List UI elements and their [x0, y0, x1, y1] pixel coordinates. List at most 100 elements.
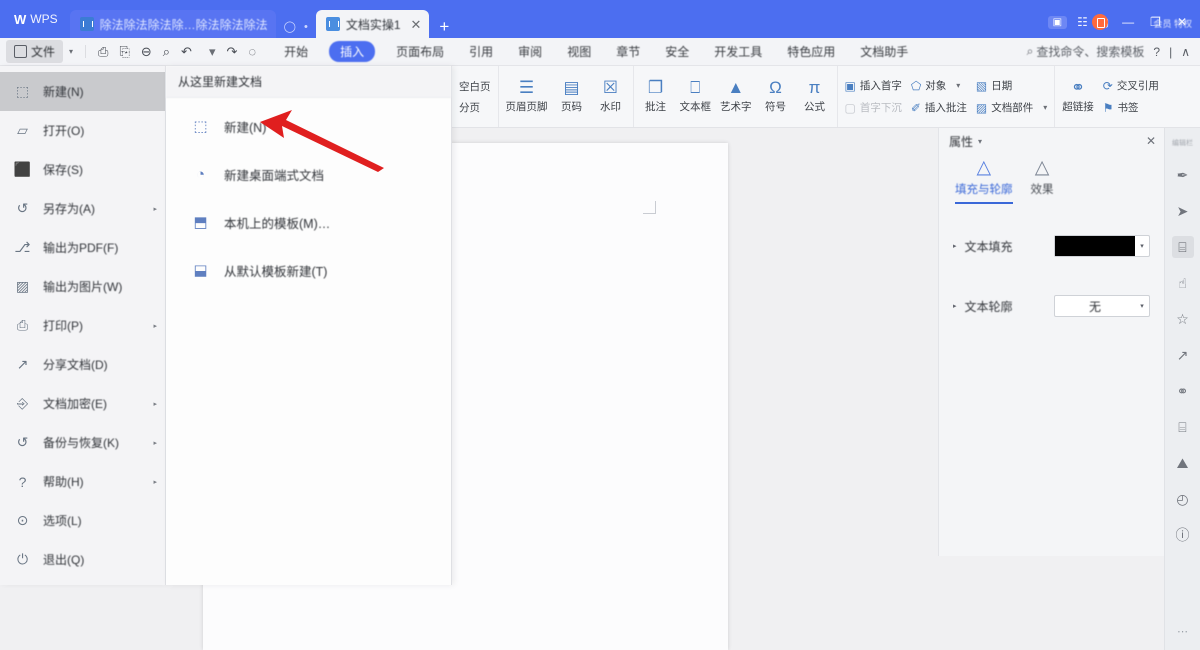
tab-insert[interactable]: 插入 — [329, 41, 376, 62]
chevron-down-icon[interactable]: ▾ — [978, 137, 982, 146]
file-menu-item-new[interactable]: ⬚ 新建(N) — [0, 72, 165, 111]
blank-page-button[interactable]: 空白页 — [459, 79, 491, 94]
dropcap-sink-button[interactable]: ▢ 首字下沉 — [845, 100, 902, 115]
file-menu-item-export-image[interactable]: ▨ 输出为图片(W) — [0, 267, 165, 306]
hyperlink-button[interactable]: ⚭ 超链接 — [1062, 79, 1094, 114]
tab-developer[interactable]: 开发工具 — [710, 41, 766, 62]
comment-box-icon[interactable]: ⌸ — [1172, 416, 1194, 438]
tab-effects-label: 效果 — [1030, 184, 1054, 196]
share-export-icon[interactable]: ↗ — [1172, 344, 1194, 366]
link-chain-icon[interactable]: ⚭ — [1172, 380, 1194, 402]
print-icon[interactable]: ⊖ — [141, 45, 152, 58]
effects-icon: △ — [1034, 157, 1050, 178]
more-options-icon[interactable]: ⋯ — [1177, 625, 1188, 638]
tab-page-layout[interactable]: 页面布局 — [392, 41, 448, 62]
find-icon[interactable]: ⌕ — [163, 45, 170, 58]
tab-view[interactable]: 视图 — [563, 41, 595, 62]
chevron-down-icon[interactable]: ▾ — [69, 47, 73, 56]
insert-dropcap-button[interactable]: ▣ 插入首字 — [845, 78, 902, 93]
file-menu-item-encrypt[interactable]: ⎆ 文档加密(E) ▸ — [0, 384, 165, 423]
cross-reference-button[interactable]: ⟳ 交叉引用 — [1103, 78, 1159, 93]
tab-start[interactable]: 开始 — [280, 41, 312, 62]
save-icon[interactable]: ⎙ — [98, 45, 108, 58]
wordart-button[interactable]: ▲ 艺术字 — [720, 79, 752, 114]
submenu-item-new[interactable]: ⬚ 新建(N) — [166, 106, 451, 146]
help-button[interactable]: ? — [1153, 45, 1160, 59]
expand-triangle-icon[interactable]: ▸ — [953, 242, 957, 250]
wps-logo[interactable]: W WPS — [0, 0, 70, 38]
history-clock-icon[interactable]: ◴ — [1172, 488, 1194, 510]
file-menu-item-options[interactable]: ⊙ 选项(L) — [0, 501, 165, 540]
expand-triangle-icon[interactable]: ▸ — [953, 302, 957, 310]
collapse-ribbon-button[interactable]: ∧ — [1181, 45, 1190, 59]
bookmark-button[interactable]: ⚑ 书签 — [1103, 100, 1159, 115]
tab-doc-assistant[interactable]: 文档助手 — [856, 41, 912, 62]
text-fill-color-picker[interactable]: ▾ — [1054, 235, 1150, 257]
tab-section[interactable]: 章节 — [612, 41, 644, 62]
file-menu-button[interactable]: 文件 — [6, 40, 64, 63]
chevron-down-icon[interactable]: ▾ — [1135, 242, 1149, 250]
info-circle-icon[interactable]: ⓘ — [1172, 524, 1194, 546]
tab-security[interactable]: 安全 — [661, 41, 693, 62]
cursor-select-icon[interactable]: ➤ — [1172, 200, 1194, 222]
tab-fill-and-outline[interactable]: △ 填充与轮廓 — [955, 158, 1013, 204]
thumbs-feedback-icon[interactable]: ☝ — [1172, 272, 1194, 294]
file-menu-item-backup[interactable]: ↺ 备份与恢复(K) ▸ — [0, 423, 165, 462]
formula-button[interactable]: π 公式 — [800, 79, 830, 114]
file-menu-item-help[interactable]: ? 帮助(H) ▸ — [0, 462, 165, 501]
date-button[interactable]: ▧ 日期 — [976, 78, 1047, 93]
submenu-item-local-template[interactable]: ⬒ 本机上的模板(M)… — [166, 202, 451, 242]
watermark-button[interactable]: ☒ 水印 — [596, 79, 626, 114]
file-menu-item-save-as[interactable]: ↺ 另存为(A) ▸ — [0, 189, 165, 228]
submenu-item-default-template[interactable]: ⬓ 从默认模板新建(T) — [166, 250, 451, 290]
document-tab-1[interactable]: 除法除法除法除…除法除法除法 — [69, 10, 276, 38]
favorite-star-icon[interactable]: ☆ — [1172, 308, 1194, 330]
close-icon[interactable]: ✕ — [411, 18, 422, 31]
more-dot-icon[interactable]: • — [304, 21, 308, 33]
textbox-button[interactable]: ⎕ 文本框 — [680, 79, 712, 114]
submenu-item-new-online[interactable]: ◔ 新建桌面端式文档 — [166, 154, 451, 194]
properties-panel-icon[interactable]: ⌸ — [1171, 236, 1194, 258]
file-menu-item-share[interactable]: ↗ 分享文档(D) — [0, 345, 165, 384]
tab-references[interactable]: 引用 — [465, 41, 497, 62]
date-label: 日期 — [991, 80, 1013, 92]
new-tab-button[interactable]: + — [429, 18, 459, 38]
undo-dropdown-icon[interactable]: ▾ — [209, 45, 216, 58]
document-tab-2[interactable]: 文档实操1 ✕ — [315, 10, 430, 38]
notification-badge-icon[interactable] — [1092, 14, 1108, 30]
cloud-doc-icon: ◔ — [195, 165, 206, 183]
insert-annotation-button[interactable]: ✐ 插入批注 — [911, 100, 967, 115]
cloud-sync-icon[interactable]: ▣ — [1047, 15, 1068, 29]
close-icon[interactable]: ✕ — [1146, 134, 1156, 148]
page-number-button[interactable]: ▤ 页码 — [557, 79, 587, 114]
header-footer-button[interactable]: ☰ 页眉页脚 — [506, 79, 548, 114]
tab-featured-apps[interactable]: 特色应用 — [783, 41, 839, 62]
chevron-down-icon[interactable]: ▾ — [1135, 302, 1149, 310]
file-menu-item-open[interactable]: ▱ 打开(O) — [0, 111, 165, 150]
redo-icon[interactable]: ↷ — [226, 45, 237, 58]
image-tool-icon[interactable]: ⛰ — [1172, 452, 1194, 474]
comment-button[interactable]: ❐ 批注 — [641, 79, 671, 114]
object-button[interactable]: ⬠ 对象 ▾ — [911, 78, 967, 93]
touch-mode-icon[interactable]: ◌ — [248, 45, 256, 58]
chevron-down-icon[interactable]: ▾ — [956, 81, 960, 90]
doc-parts-button[interactable]: ▨ 文档部件 ▾ — [976, 100, 1047, 115]
file-menu-item-exit[interactable]: ⏻ 退出(Q) — [0, 540, 165, 579]
app-grid-icon[interactable]: ☷ — [1077, 15, 1088, 29]
text-outline-dropdown[interactable]: 无 ▾ — [1054, 295, 1150, 317]
file-menu-item-print[interactable]: ⎙ 打印(P) ▸ — [0, 306, 165, 345]
comment-bubble-icon[interactable]: ◯ — [284, 20, 296, 33]
dropcap-column: ▣ 插入首字 ▢ 首字下沉 — [845, 78, 902, 115]
search-command-box[interactable]: ⌕ 查找命令、搜索模板 — [1027, 43, 1145, 60]
file-menu-item-export-pdf[interactable]: ⎇ 输出为PDF(F) — [0, 228, 165, 267]
undo-icon[interactable]: ↶ — [181, 45, 192, 58]
pen-icon[interactable]: ✒ — [1172, 164, 1194, 186]
print-preview-icon[interactable]: ⎘ — [119, 45, 129, 58]
page-break-button[interactable]: 分页 — [459, 100, 491, 115]
symbol-button[interactable]: Ω 符号 — [761, 79, 791, 114]
tab-review[interactable]: 审阅 — [514, 41, 546, 62]
chevron-down-icon[interactable]: ▾ — [1043, 103, 1047, 112]
file-menu-item-save[interactable]: ⬛ 保存(S) — [0, 150, 165, 189]
tab-effects[interactable]: △ 效果 — [1031, 158, 1054, 204]
minimize-button[interactable]: — — [1119, 15, 1137, 29]
